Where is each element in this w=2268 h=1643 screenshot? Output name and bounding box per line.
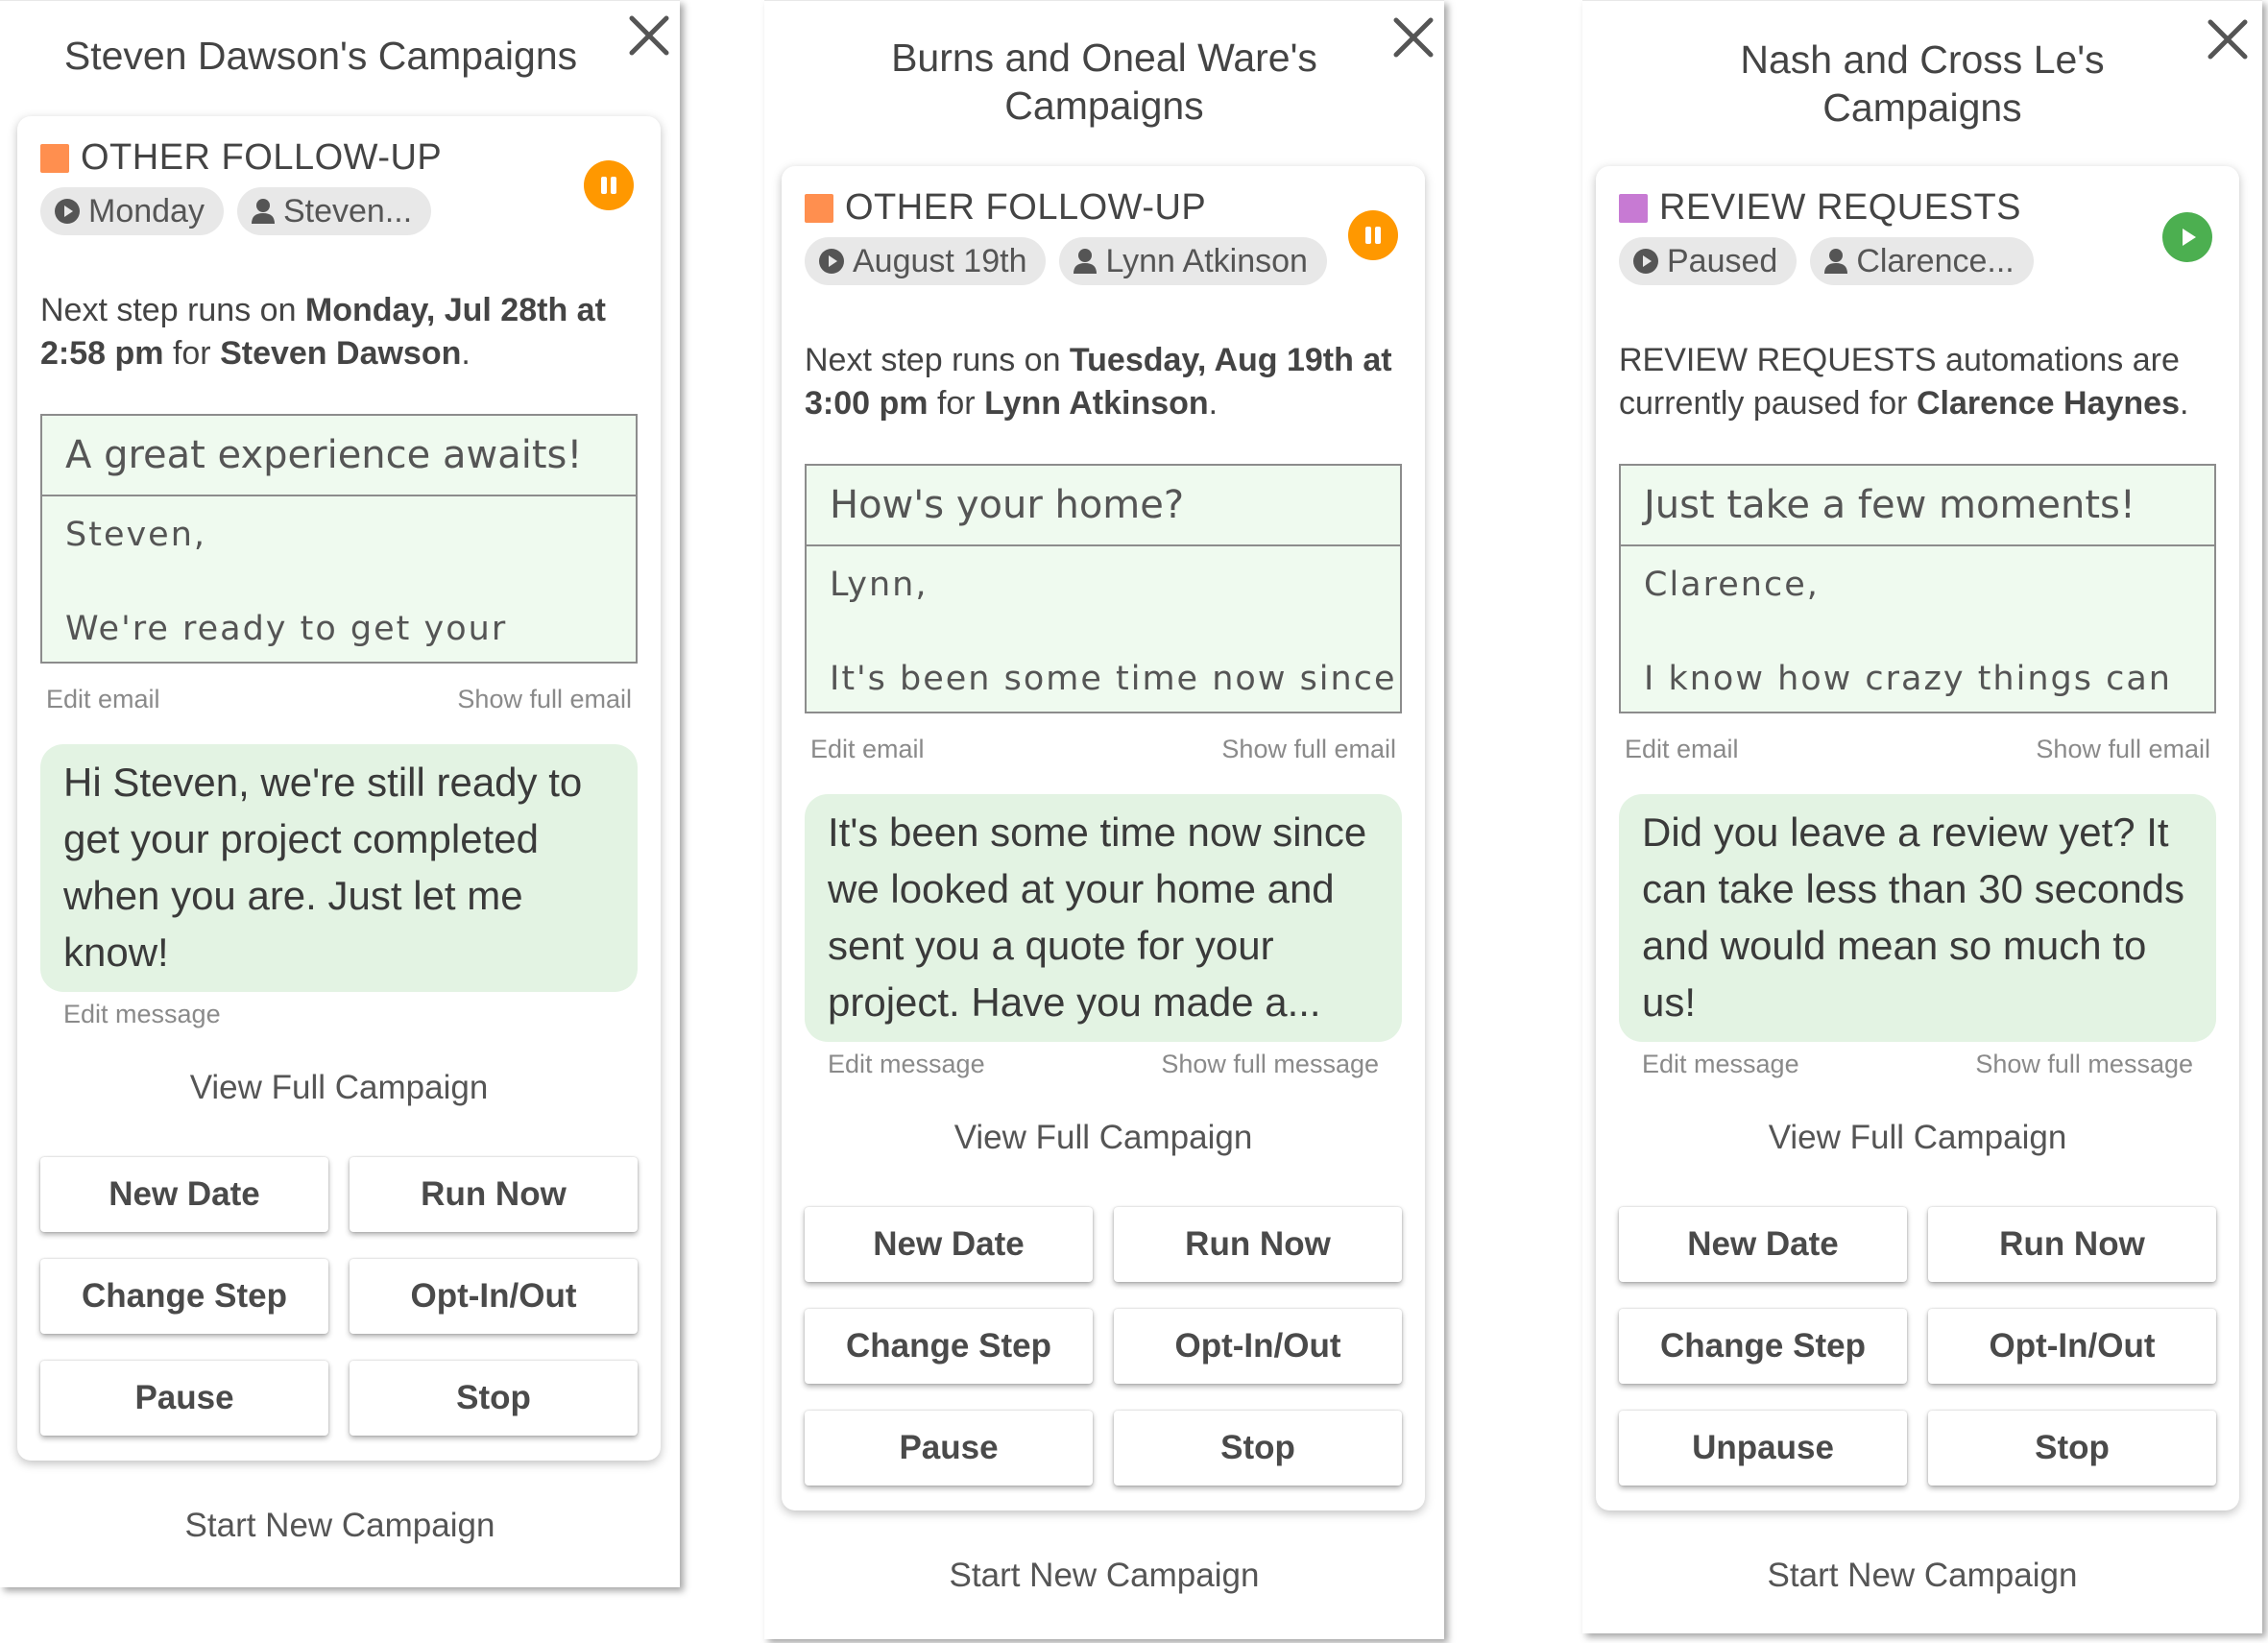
email-preview-text: I know how crazy things can [1644, 660, 2172, 698]
campaigns-panel-nash-cross-le: Nash and Cross Le's Campaigns REVIEW REQ… [1582, 0, 2262, 1633]
show-full-email-link[interactable]: Show full email [2036, 735, 2210, 764]
start-new-campaign-link[interactable]: Start New Campaign [1582, 1557, 2262, 1595]
edit-email-link[interactable]: Edit email [810, 735, 925, 764]
assignee-chip-label: Clarence... [1856, 242, 2015, 279]
person-icon [251, 199, 275, 224]
opt-in-out-button[interactable]: Opt-In/Out [350, 1259, 638, 1334]
email-preview-text: We're ready to get your [65, 610, 508, 648]
opt-in-out-button[interactable]: Opt-In/Out [1928, 1309, 2216, 1384]
play-circle-icon [1633, 249, 1658, 274]
run-now-button[interactable]: Run Now [1928, 1207, 2216, 1282]
edit-email-link[interactable]: Edit email [1625, 735, 1739, 764]
schedule-chip: August 19th [805, 237, 1047, 285]
email-preview: Just take a few moments! Clarence, I kno… [1619, 464, 2216, 713]
change-step-button[interactable]: Change Step [805, 1309, 1093, 1384]
email-preview-text: It's been some time now since [830, 660, 1397, 698]
play-circle-icon [819, 249, 844, 274]
assignee-chip: Steven... [236, 187, 432, 235]
new-date-button[interactable]: New Date [40, 1157, 328, 1232]
run-now-button[interactable]: Run Now [1114, 1207, 1402, 1282]
campaign-card: OTHER FOLLOW-UP Monday Steven... Next st… [17, 116, 661, 1461]
panel-title: Nash and Cross Le's Campaigns [1740, 37, 2105, 130]
schedule-chip-label: Paused [1667, 242, 1778, 279]
change-step-button[interactable]: Change Step [1619, 1309, 1907, 1384]
show-full-message-link[interactable]: Show full message [1975, 1050, 2193, 1079]
view-full-campaign-link[interactable]: View Full Campaign [17, 1069, 661, 1107]
edit-message-link[interactable]: Edit message [1642, 1050, 1799, 1079]
email-preview: How's your home? Lynn, It's been some ti… [805, 464, 1402, 713]
view-full-campaign-link[interactable]: View Full Campaign [1596, 1119, 2239, 1157]
show-full-email-link[interactable]: Show full email [1221, 735, 1396, 764]
panel-title: Burns and Oneal Ware's Campaigns [891, 36, 1317, 128]
stop-button[interactable]: Stop [1928, 1411, 2216, 1486]
edit-message-link[interactable]: Edit message [828, 1050, 985, 1079]
message-preview: Hi Steven, we're still ready to get your… [40, 744, 638, 992]
campaign-type-label: OTHER FOLLOW-UP [81, 137, 443, 178]
campaign-type-label: OTHER FOLLOW-UP [845, 187, 1207, 228]
pause-button[interactable]: Pause [40, 1361, 328, 1436]
schedule-chip: Paused [1619, 237, 1798, 285]
play-icon[interactable] [2162, 212, 2212, 262]
new-date-button[interactable]: New Date [1619, 1207, 1907, 1282]
show-full-email-link[interactable]: Show full email [457, 685, 632, 714]
assignee-chip-label: Steven... [282, 192, 413, 230]
email-subject: How's your home? [807, 466, 1400, 546]
unpause-button[interactable]: Unpause [1619, 1411, 1907, 1486]
next-step-text: Next step runs on Tuesday, Aug 19th at 3… [805, 342, 1392, 422]
person-icon [1074, 249, 1098, 274]
edit-message-link[interactable]: Edit message [63, 1000, 221, 1029]
run-now-button[interactable]: Run Now [350, 1157, 638, 1232]
start-new-campaign-link[interactable]: Start New Campaign [0, 1507, 680, 1545]
play-circle-icon [55, 199, 80, 224]
campaign-type-swatch [1619, 193, 1648, 223]
change-step-button[interactable]: Change Step [40, 1259, 328, 1334]
email-body: Clarence, I know how crazy things can [1621, 546, 2214, 712]
show-full-message-link[interactable]: Show full message [1161, 1050, 1379, 1079]
campaigns-panel-steven-dawson: Steven Dawson's Campaigns OTHER FOLLOW-U… [0, 0, 680, 1587]
opt-in-out-button[interactable]: Opt-In/Out [1114, 1309, 1402, 1384]
campaigns-panel-burns-oneal-ware: Burns and Oneal Ware's Campaigns OTHER F… [764, 0, 1444, 1639]
close-icon[interactable] [2205, 16, 2251, 62]
email-greeting: Clarence, [1644, 566, 1820, 604]
email-body: Steven, We're ready to get your [42, 496, 636, 662]
close-icon[interactable] [626, 12, 672, 59]
schedule-chip-label: Monday [88, 192, 205, 230]
person-icon [1824, 249, 1848, 274]
campaign-card: OTHER FOLLOW-UP August 19th Lynn Atkinso… [782, 166, 1425, 1510]
panel-title: Steven Dawson's Campaigns [63, 34, 578, 78]
campaign-type-swatch [805, 193, 833, 223]
new-date-button[interactable]: New Date [805, 1207, 1093, 1282]
email-subject: Just take a few moments! [1621, 466, 2214, 546]
message-preview: It's been some time now since we looked … [805, 794, 1402, 1042]
pause-icon[interactable] [1348, 210, 1398, 260]
close-icon[interactable] [1390, 14, 1436, 60]
start-new-campaign-link[interactable]: Start New Campaign [764, 1557, 1444, 1595]
campaign-type-swatch [40, 143, 69, 173]
assignee-chip: Clarence... [1810, 237, 2034, 285]
stop-button[interactable]: Stop [1114, 1411, 1402, 1486]
next-step-text: Next step runs on Monday, Jul 28th at 2:… [40, 292, 606, 372]
schedule-chip: Monday [40, 187, 224, 235]
pause-button[interactable]: Pause [805, 1411, 1093, 1486]
message-preview: Did you leave a review yet? It can take … [1619, 794, 2216, 1042]
stop-button[interactable]: Stop [350, 1361, 638, 1436]
email-greeting: Steven, [65, 516, 207, 554]
email-subject: A great experience awaits! [42, 416, 636, 496]
edit-email-link[interactable]: Edit email [46, 685, 160, 714]
campaign-card: REVIEW REQUESTS Paused Clarence... REVIE… [1596, 166, 2239, 1510]
email-greeting: Lynn, [830, 566, 929, 604]
view-full-campaign-link[interactable]: View Full Campaign [782, 1119, 1425, 1157]
pause-icon[interactable] [584, 160, 634, 210]
campaign-type-label: REVIEW REQUESTS [1659, 187, 2021, 228]
email-body: Lynn, It's been some time now since [807, 546, 1400, 712]
assignee-chip: Lynn Atkinson [1059, 237, 1327, 285]
paused-status-text: REVIEW REQUESTS automations are currentl… [1619, 342, 2189, 422]
email-preview: A great experience awaits! Steven, We're… [40, 414, 638, 664]
assignee-chip-label: Lynn Atkinson [1105, 242, 1308, 279]
schedule-chip-label: August 19th [853, 242, 1027, 279]
